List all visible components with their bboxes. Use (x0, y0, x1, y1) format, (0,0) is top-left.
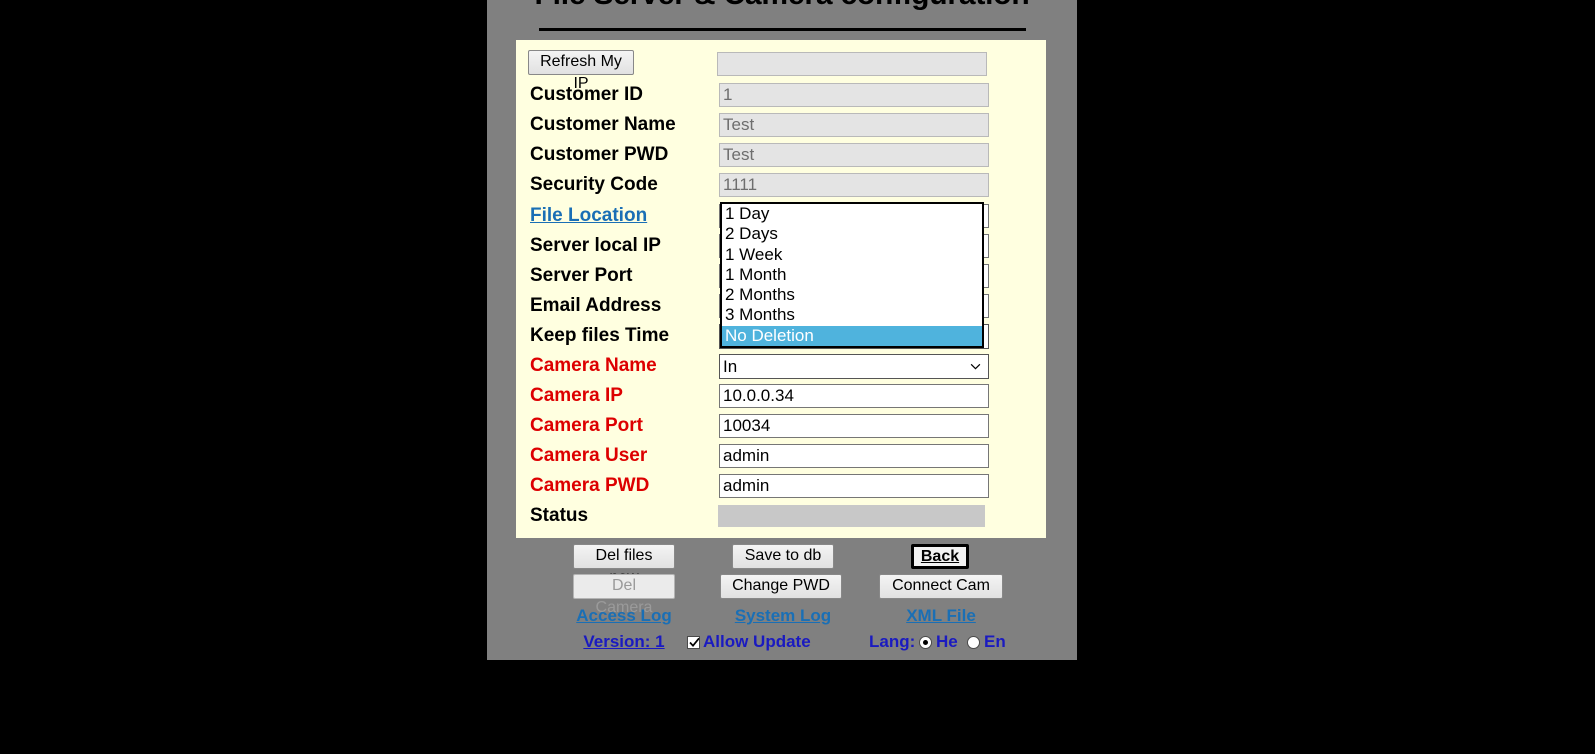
form-row-customer-pwd: Customer PWD Test (516, 141, 1046, 171)
form-row-camera-name: Camera Name In (516, 352, 1046, 382)
label-server-local-ip: Server local IP (530, 235, 661, 256)
label-camera-name: Camera Name (530, 355, 657, 376)
form-row-camera-ip: Camera IP 10.0.0.34 (516, 382, 1046, 412)
camera-name-value: In (723, 357, 738, 376)
camera-pwd-field[interactable]: admin (719, 474, 989, 498)
button-row-secondary: Del Camera Change PWD Connect Cam (487, 574, 1077, 616)
label-camera-ip: Camera IP (530, 385, 623, 406)
screen: File Server & Camera configuration Refre… (0, 0, 1595, 754)
dropdown-option[interactable]: 1 Day (722, 204, 982, 224)
label-status: Status (530, 505, 589, 526)
customer-pwd-field[interactable]: Test (719, 143, 989, 167)
camera-name-select[interactable]: In (719, 354, 989, 379)
connect-cam-button[interactable]: Connect Cam (879, 574, 1003, 599)
button-row-primary: Del files now Save to db Back (487, 544, 1077, 586)
dropdown-option[interactable]: 3 Months (722, 305, 982, 325)
form-row-camera-port: Camera Port 10034 (516, 412, 1046, 442)
del-files-now-button[interactable]: Del files now (573, 544, 675, 586)
dropdown-option[interactable]: 2 Months (722, 285, 982, 305)
lang-he-radio[interactable] (919, 636, 932, 649)
system-log-link[interactable]: System Log (730, 606, 836, 626)
form-row-security-code: Security Code 1111 (516, 171, 1046, 201)
page-title: File Server & Camera configuration (487, 0, 1077, 12)
lang-label: Lang: (869, 632, 916, 651)
title-underline (539, 28, 1026, 31)
dropdown-option-selected[interactable]: No Deletion (722, 325, 982, 346)
label-camera-port: Camera Port (530, 415, 643, 436)
form-row-camera-user: Camera User admin (516, 442, 1046, 472)
dropdown-option[interactable]: 1 Week (722, 245, 982, 265)
checkmark-icon (689, 637, 700, 647)
label-email-address: Email Address (530, 295, 662, 316)
lang-en-radio[interactable] (967, 636, 980, 649)
chevron-down-icon (970, 363, 981, 370)
change-pwd-button[interactable]: Change PWD (720, 574, 842, 599)
label-keep-files-time: Keep files Time (530, 325, 670, 346)
allow-update-label[interactable]: Allow Update (703, 632, 811, 652)
customer-name-field[interactable]: Test (719, 113, 989, 137)
lang-he-label[interactable]: He (936, 632, 958, 652)
del-camera-button[interactable]: Del Camera (573, 574, 675, 616)
label-security-code: Security Code (530, 174, 658, 195)
version-label[interactable]: Version: 1 (558, 632, 690, 652)
camera-ip-field[interactable]: 10.0.0.34 (719, 384, 989, 408)
lang-en-label[interactable]: En (984, 632, 1006, 652)
radio-dot-icon (923, 640, 928, 645)
label-file-location-link[interactable]: File Location (530, 202, 720, 232)
keep-files-time-dropdown-list[interactable]: 1 Day 2 Days 1 Week 1 Month 2 Months 3 M… (720, 202, 984, 348)
allow-update-checkbox[interactable] (687, 636, 700, 649)
label-customer-pwd: Customer PWD (530, 144, 669, 165)
xml-file-link[interactable]: XML File (879, 606, 1003, 626)
label-camera-user: Camera User (530, 445, 648, 466)
customer-id-field[interactable]: 1 (719, 83, 989, 107)
label-server-port: Server Port (530, 265, 633, 286)
label-customer-id: Customer ID (530, 84, 643, 105)
security-code-field[interactable]: 1111 (719, 173, 989, 197)
dropdown-option[interactable]: 2 Days (722, 224, 982, 244)
back-button[interactable]: Back (911, 544, 969, 569)
access-log-link[interactable]: Access Log (573, 606, 675, 626)
my-ip-field[interactable] (717, 52, 987, 76)
refresh-my-ip-button[interactable]: Refresh My IP (528, 50, 634, 92)
form-row-status: Status (516, 502, 1046, 532)
label-customer-name: Customer Name (530, 114, 676, 135)
form-row-my-ip: Refresh My IP (516, 50, 1046, 92)
footer-status-row: Version: 1 Allow Update Lang: He En (487, 632, 1077, 662)
status-field (718, 505, 985, 527)
form-row-customer-id: Customer ID 1 (516, 81, 1046, 111)
form-row-customer-name: Customer Name Test (516, 111, 1046, 141)
dropdown-option[interactable]: 1 Month (722, 265, 982, 285)
camera-port-field[interactable]: 10034 (719, 414, 989, 438)
camera-user-field[interactable]: admin (719, 444, 989, 468)
save-to-db-button[interactable]: Save to db (732, 544, 834, 569)
label-camera-pwd: Camera PWD (530, 475, 650, 496)
form-row-camera-pwd: Camera PWD admin (516, 472, 1046, 502)
